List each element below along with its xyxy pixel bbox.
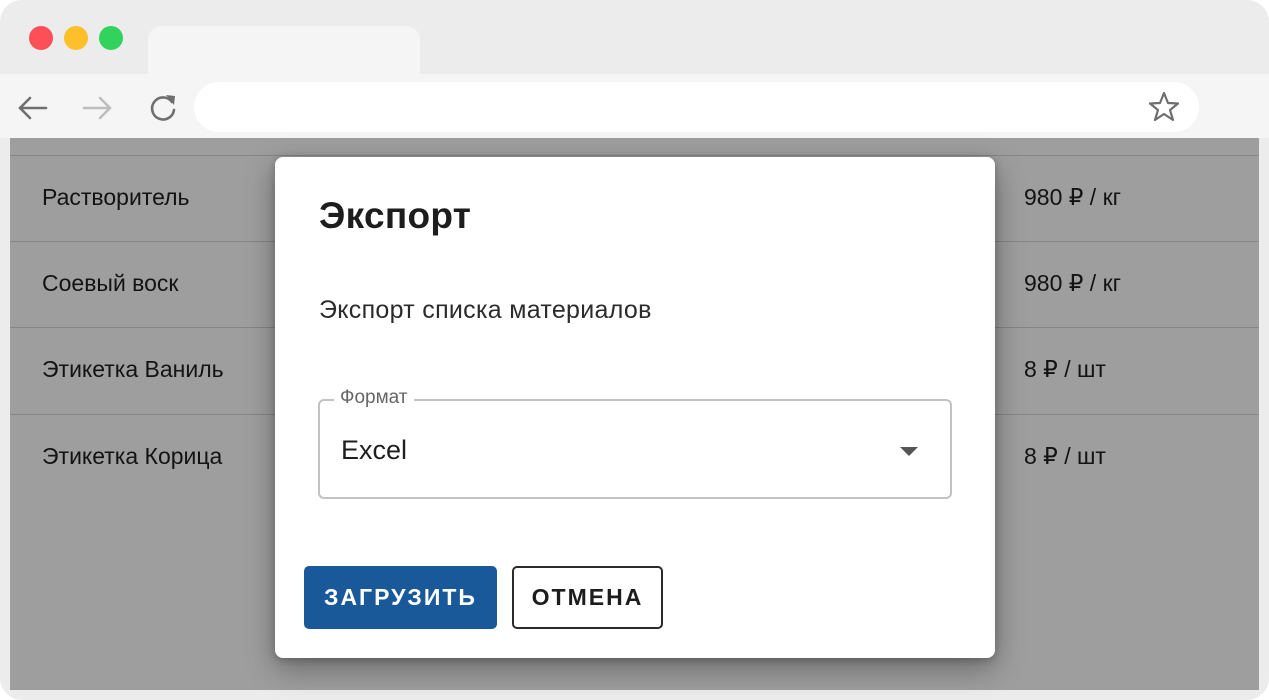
cancel-button[interactable]: ОТМЕНА [512,566,663,629]
caret-down-icon[interactable] [900,447,918,456]
format-select[interactable]: Формат Excel [318,387,952,499]
forward-button[interactable] [80,90,116,126]
arrow-left-icon [18,96,48,120]
arrow-right-icon [82,96,112,120]
dialog-description: Экспорт списка материалов [319,296,652,324]
format-label: Формат [334,387,414,409]
star-icon[interactable] [1147,90,1181,124]
format-value: Excel [341,435,408,465]
address-bar[interactable] [194,82,1199,132]
browser-window: Растворитель 980 ₽ / кг Соевый воск 980 … [0,0,1269,700]
browser-tab[interactable] [148,26,420,78]
back-button[interactable] [14,90,50,126]
download-button[interactable]: ЗАГРУЗИТЬ [304,566,497,629]
close-window-button[interactable] [29,26,53,50]
reload-icon [150,95,176,121]
dialog-title: Экспорт [319,195,472,236]
export-dialog: Экспорт Экспорт списка материалов Формат… [275,157,995,658]
reload-button[interactable] [145,90,181,126]
minimize-window-button[interactable] [64,26,88,50]
browser-toolbar [0,74,1269,138]
maximize-window-button[interactable] [99,26,123,50]
